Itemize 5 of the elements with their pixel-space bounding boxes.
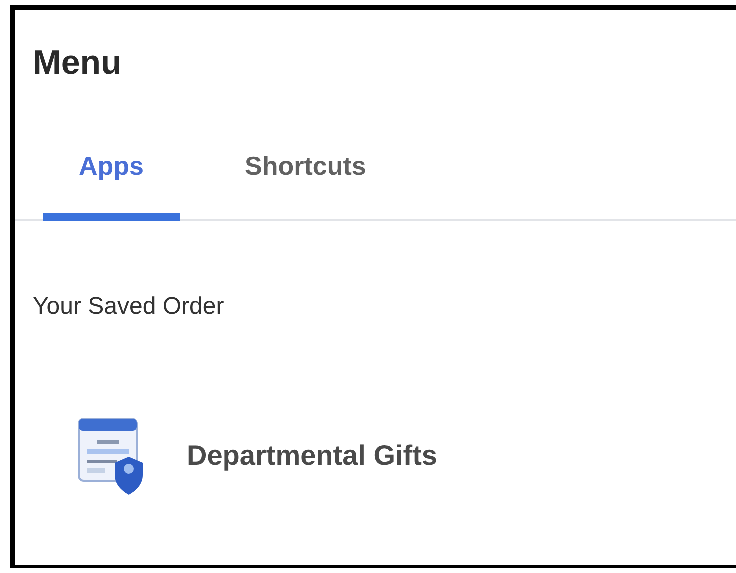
menu-title: Menu (33, 44, 122, 83)
tab[interactable]: Apps (43, 145, 180, 221)
tab[interactable]: Shortcuts (209, 145, 402, 221)
app-item[interactable]: Departmental Gifts (75, 413, 438, 499)
section-heading: Your Saved Order (33, 293, 224, 321)
